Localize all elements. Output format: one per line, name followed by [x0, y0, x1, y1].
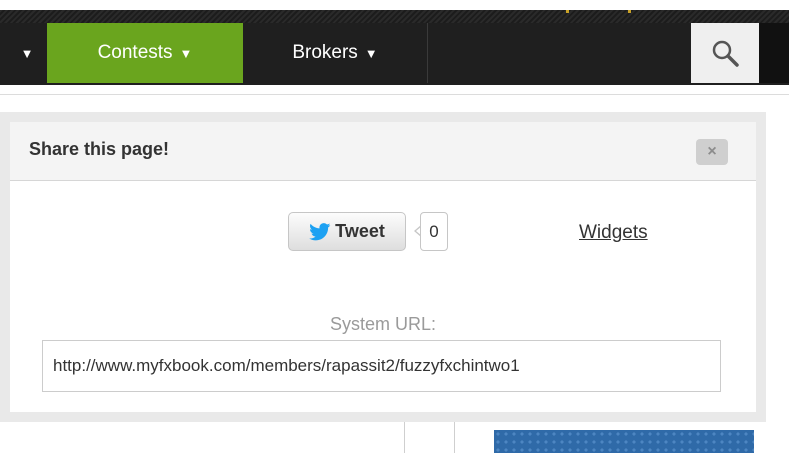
widgets-link[interactable]: Widgets	[579, 222, 648, 244]
nav-hatch-pattern	[0, 10, 789, 23]
tweet-label: Tweet	[335, 221, 385, 241]
background-banner-image	[494, 430, 754, 453]
caret-down-icon: ▼	[364, 45, 378, 61]
nav-end-cap	[759, 23, 789, 83]
search-icon	[712, 40, 739, 67]
caret-down-icon: ▼	[20, 45, 34, 61]
page-column-divider	[454, 418, 455, 453]
system-url-field[interactable]	[42, 340, 721, 392]
main-navigation: ▼ Contests ▼ Brokers ▼	[0, 10, 789, 85]
nav-item-brokers[interactable]: Brokers ▼	[243, 23, 428, 83]
system-url-label: System URL:	[329, 314, 437, 334]
search-button[interactable]	[691, 23, 759, 83]
tweet-button[interactable]: Tweet	[288, 212, 406, 251]
dialog-body: Tweet 0 Widgets System URL:	[10, 181, 756, 412]
nav-item-label: Brokers	[292, 42, 358, 63]
dialog-header: Share this page! ×	[10, 122, 756, 181]
page-divider	[0, 94, 789, 95]
nav-item-label: Contests	[97, 42, 173, 63]
nav-accent-dot	[628, 10, 631, 13]
dialog-title: Share this page!	[29, 139, 170, 159]
nav-item-previous-menu[interactable]: ▼	[0, 23, 47, 83]
page-column-divider	[404, 418, 405, 453]
twitter-bird-icon	[309, 222, 331, 240]
caret-down-icon: ▼	[179, 45, 193, 61]
nav-item-contests[interactable]: Contests ▼	[47, 23, 243, 83]
top-strip	[0, 0, 789, 10]
close-button[interactable]: ×	[696, 139, 728, 165]
close-icon: ×	[707, 143, 717, 160]
nav-accent-dot	[566, 10, 569, 13]
tweet-count-badge: 0	[420, 212, 448, 251]
share-dialog: Share this page! × Tweet 0 Widgets Syste…	[0, 112, 766, 422]
